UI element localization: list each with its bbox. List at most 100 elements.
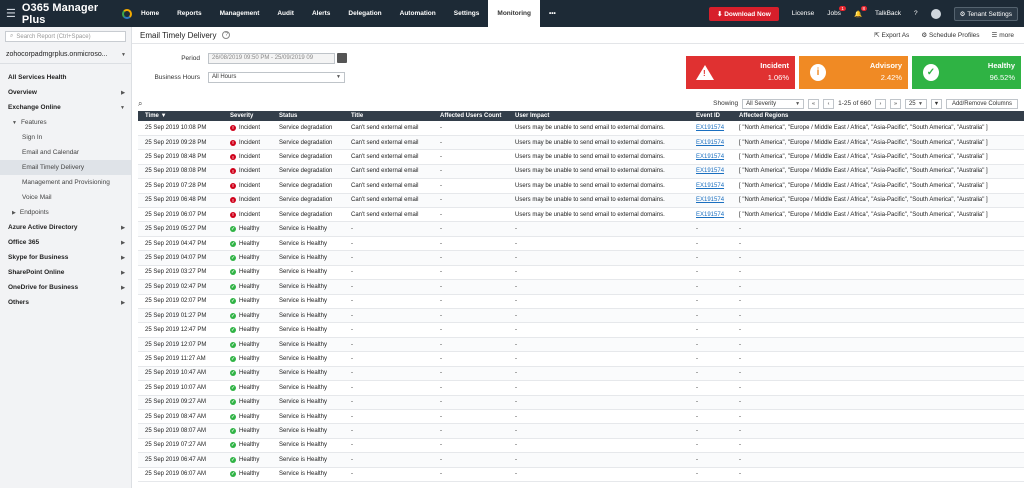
sidebar-item-others[interactable]: Others ▶ [0, 295, 131, 310]
sidebar-item-label: SharePoint Online [8, 269, 65, 276]
table-row[interactable]: 25 Sep 2019 10:07 AM ✓ Healthy Service is H… [138, 380, 1024, 396]
hamburger-menu-icon[interactable]: ☰ [6, 7, 16, 20]
tab-home[interactable]: Home [132, 0, 168, 27]
table-row[interactable]: 25 Sep 2019 07:27 AM ✓ Healthy Service is H… [138, 438, 1024, 454]
table-cell: 25 Sep 2019 05:27 PM [138, 221, 223, 237]
event-id-link[interactable]: EX191574 [696, 212, 724, 218]
table-row[interactable]: 25 Sep 2019 12:07 PM ✓ Healthy Service is H… [138, 337, 1024, 353]
help-icon[interactable]: ? [914, 10, 918, 17]
tab-settings[interactable]: Settings [445, 0, 489, 27]
tenant-selector[interactable]: zohocorpadmgrplus.onmicroso... ▼ [0, 46, 131, 64]
sidebar-item-all-services-health[interactable]: All Services Health [0, 70, 131, 85]
table-row[interactable]: 25 Sep 2019 04:07 PM ✓ Healthy Service is H… [138, 250, 1024, 266]
table-row[interactable]: 25 Sep 2019 10:08 PM! Incident Service deg… [138, 121, 1024, 136]
sidebar-item-management-and-provisioning[interactable]: Management and Provisioning [0, 175, 131, 190]
event-id-link[interactable]: EX191574 [696, 197, 724, 203]
tab-more[interactable]: ••• [540, 0, 565, 27]
table-row[interactable]: 25 Sep 2019 08:48 PM! Incident Service deg… [138, 149, 1024, 165]
table-row[interactable]: 25 Sep 2019 06:48 PM! Incident Service deg… [138, 193, 1024, 209]
table-row[interactable]: 25 Sep 2019 12:47 PM ✓ Healthy Service is H… [138, 322, 1024, 338]
sidebar-item-azure-active-directory[interactable]: Azure Active Directory ▶ [0, 220, 131, 235]
table-row[interactable]: 25 Sep 2019 01:27 PM ✓ Healthy Service is H… [138, 308, 1024, 324]
sidebar-item-wrap: ▶ Endpoints [12, 209, 49, 216]
tab-automation[interactable]: Automation [391, 0, 445, 27]
filter-icon[interactable]: ▼ [930, 98, 942, 109]
table-row[interactable]: 25 Sep 2019 04:47 PM ✓ Healthy Service is H… [138, 236, 1024, 252]
notification-bell-icon[interactable]: 🔔 8 [854, 5, 868, 18]
incident-card[interactable]: ! Incident 1.06% [686, 56, 795, 89]
table-row[interactable]: 25 Sep 2019 07:28 PM! Incident Service deg… [138, 178, 1024, 194]
table-row[interactable]: 25 Sep 2019 03:27 PM ✓ Healthy Service is H… [138, 265, 1024, 281]
schedule-profiles-button[interactable]: ⚙ Schedule Profiles [921, 31, 979, 39]
event-id-link[interactable]: EX191574 [696, 168, 724, 174]
sidebar-item-exchange-online[interactable]: Exchange Online ▼ [0, 100, 131, 115]
column-header-event-id[interactable]: Event ID [689, 111, 732, 121]
sidebar-item-sharepoint-online[interactable]: SharePoint Online ▶ [0, 265, 131, 280]
table-row[interactable]: 25 Sep 2019 05:27 PM ✓ Healthy Service is H… [138, 221, 1024, 237]
period-input[interactable]: 26/08/2019 09:50 PM - 25/09/2019 09 [208, 52, 335, 64]
sidebar-item-voice-mail[interactable]: Voice Mail [0, 190, 131, 205]
column-header-user-impact[interactable]: User Impact [508, 111, 689, 121]
tab-monitoring[interactable]: Monitoring [488, 0, 540, 27]
event-id-link[interactable]: EX191574 [696, 183, 724, 189]
table-row[interactable]: 25 Sep 2019 08:07 AM ✓ Healthy Service is H… [138, 423, 1024, 439]
next-page-button[interactable]: › [874, 98, 886, 109]
tab-alerts[interactable]: Alerts [303, 0, 339, 27]
event-id-link[interactable]: EX191574 [696, 154, 724, 160]
talkback-link[interactable]: TalkBack [875, 10, 901, 17]
column-header-status[interactable]: Status [272, 111, 344, 121]
tenant-settings-button[interactable]: ⚙ Tenant Settings [953, 6, 1018, 21]
table-row[interactable]: 25 Sep 2019 10:47 AM ✓ Healthy Service is H… [138, 366, 1024, 382]
tab-audit[interactable]: Audit [268, 0, 303, 27]
help-circle-icon[interactable]: ? [222, 31, 231, 39]
table-row[interactable]: 25 Sep 2019 08:08 PM! Incident Service deg… [138, 164, 1024, 180]
sidebar-item-features[interactable]: ▼ Features [0, 115, 131, 130]
search-input[interactable]: ⌕ Search Report (Ctrl+Space) [5, 31, 126, 42]
tab-delegation[interactable]: Delegation [339, 0, 390, 27]
sidebar-item-email-and-calendar[interactable]: Email and Calendar [0, 145, 131, 160]
page-size-select[interactable]: 25 ▼ [904, 98, 927, 109]
column-header-severity[interactable]: Severity [223, 111, 272, 121]
calendar-icon[interactable] [337, 53, 347, 63]
column-header-label: Time [145, 113, 159, 119]
column-header-title[interactable]: Title [344, 111, 433, 121]
add-remove-columns-button[interactable]: Add/Remove Columns [945, 98, 1018, 109]
license-link[interactable]: License [792, 10, 814, 17]
last-page-button[interactable]: » [889, 98, 901, 109]
download-now-button[interactable]: ⬇ Download Now [708, 6, 779, 21]
sidebar-item-overview[interactable]: Overview ▶ [0, 85, 131, 100]
table-row[interactable]: 25 Sep 2019 02:07 PM ✓ Healthy Service is H… [138, 294, 1024, 309]
business-hours-select[interactable]: All Hours ▼ [208, 71, 345, 83]
prev-page-button[interactable]: ‹ [823, 98, 835, 109]
first-page-button[interactable]: « [808, 98, 820, 109]
jobs-link[interactable]: Jobs 1 [827, 6, 846, 17]
table-row[interactable]: 25 Sep 2019 06:07 PM! Incident Service deg… [138, 207, 1024, 223]
sidebar-item-endpoints[interactable]: ▶ Endpoints [0, 205, 131, 220]
column-header-affected-regions[interactable]: Affected Regions [732, 111, 1024, 121]
table-row[interactable]: 25 Sep 2019 09:27 AM ✓ Healthy Service is H… [138, 395, 1024, 410]
table-row[interactable]: 25 Sep 2019 02:47 PM ✓ Healthy Service is H… [138, 279, 1024, 295]
column-header-affected-users-count[interactable]: Affected Users Count [433, 111, 508, 121]
sidebar-item-skype-for-business[interactable]: Skype for Business ▶ [0, 250, 131, 265]
advisory-card[interactable]: i Advisory 2.42% [799, 56, 908, 89]
user-avatar[interactable] [930, 8, 941, 19]
more-button[interactable]: ☰ more [992, 31, 1014, 39]
export-as-button[interactable]: ⇱ Export As [874, 31, 909, 39]
severity-filter-select[interactable]: All Severity ▼ [742, 98, 805, 109]
table-row[interactable]: 25 Sep 2019 08:47 AM ✓ Healthy Service is H… [138, 409, 1024, 425]
table-row[interactable]: 25 Sep 2019 11:27 AM ✓ Healthy Service is H… [138, 351, 1024, 367]
table-search-icon[interactable]: ⌕ [138, 99, 142, 109]
table-row[interactable]: 25 Sep 2019 06:07 AM ✓ Healthy Service is H… [138, 467, 1024, 483]
sidebar-item-office-365[interactable]: Office 365 ▶ [0, 235, 131, 250]
tab-management[interactable]: Management [211, 0, 269, 27]
sidebar-item-email-timely-delivery[interactable]: Email Timely Delivery [0, 160, 131, 175]
table-row[interactable]: 25 Sep 2019 06:47 AM ✓ Healthy Service is H… [138, 452, 1024, 468]
tab-reports[interactable]: Reports [168, 0, 211, 27]
column-header-time[interactable]: Time ▼ [138, 111, 223, 121]
table-row[interactable]: 25 Sep 2019 09:28 PM! Incident Service deg… [138, 135, 1024, 151]
healthy-card[interactable]: ✓ Healthy 96.52% [912, 56, 1021, 89]
sidebar-item-onedrive-for-business[interactable]: OneDrive for Business ▶ [0, 280, 131, 295]
event-id-link[interactable]: EX191574 [696, 125, 724, 131]
sidebar-item-sign-in[interactable]: Sign In [0, 130, 131, 145]
event-id-link[interactable]: EX191574 [696, 140, 724, 146]
